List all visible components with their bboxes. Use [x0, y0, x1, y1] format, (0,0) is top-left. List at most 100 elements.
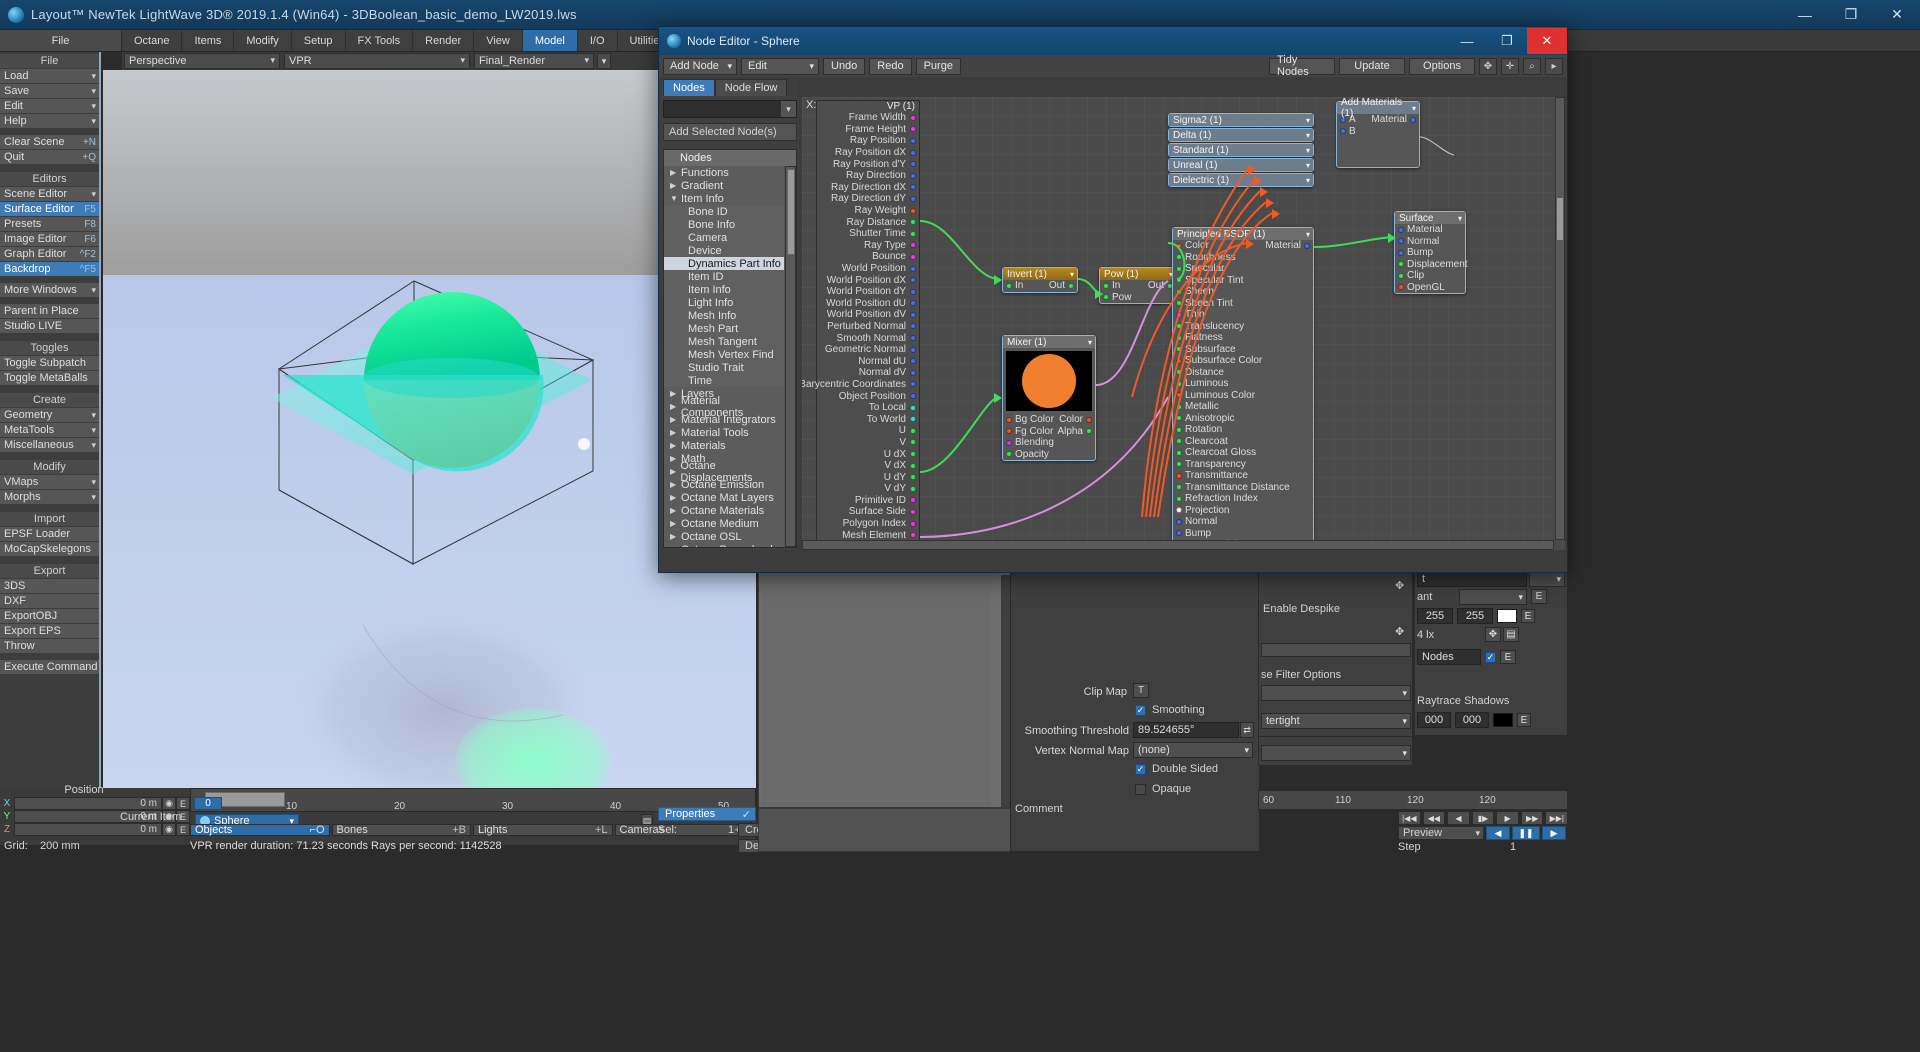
pin-dot-icon[interactable]: [1176, 507, 1182, 514]
sidebar-item-parent-in-place[interactable]: Parent in Place: [0, 304, 99, 318]
pin-dot-icon[interactable]: [1176, 403, 1182, 410]
surface-input-row[interactable]: OpenGL: [1395, 282, 1465, 294]
render-mode-dropdown[interactable]: VPR ▾: [284, 53, 470, 69]
preview-dropdown[interactable]: Preview ▾: [1398, 826, 1484, 840]
chevron-right-icon[interactable]: ▶: [670, 402, 681, 411]
transport-play-button[interactable]: ▶: [1496, 811, 1519, 825]
node-tree[interactable]: Nodes ▶ Functions ▶ Gradient ▼ Item Info Bone …: [663, 149, 797, 548]
chevron-right-icon[interactable]: ▶: [670, 441, 681, 450]
node-delta-1-[interactable]: Delta (1) ▾: [1168, 128, 1314, 142]
input-pin-row[interactable]: Normal dU: [817, 355, 919, 367]
pin-dot-icon[interactable]: [910, 161, 916, 168]
chevron-right-icon[interactable]: ▶: [670, 519, 681, 528]
mode-button-bones[interactable]: Bones +B: [331, 824, 471, 836]
axis-envelope-button[interactable]: E: [176, 823, 190, 836]
input-pin-row[interactable]: U: [817, 425, 919, 437]
pin-dot-icon[interactable]: [1176, 265, 1182, 272]
sidebar-item-edit[interactable]: Edit ▾: [0, 99, 99, 113]
pin-dot-icon[interactable]: [1398, 249, 1404, 256]
mixer-output-1[interactable]: Alpha: [1057, 426, 1092, 437]
node-tree-item-octane-procedurals[interactable]: ▶Octane Procedurals: [664, 543, 784, 547]
input-pin-row[interactable]: Smooth Normal: [817, 332, 919, 344]
pin-dot-icon[interactable]: [1398, 284, 1404, 291]
pin-dot-icon[interactable]: [910, 381, 916, 388]
menu-tab-modify[interactable]: Modify: [234, 30, 292, 51]
sidebar-item-export-eps[interactable]: Export EPS: [0, 624, 99, 638]
pin-dot-icon[interactable]: [910, 508, 916, 515]
tab-properties[interactable]: Properties ✓: [658, 807, 756, 821]
bsdf-input-row[interactable]: Metallic: [1173, 401, 1313, 413]
pin-dot-icon[interactable]: [910, 427, 916, 434]
pin-dot-icon[interactable]: [910, 369, 916, 376]
sidebar-item-vmaps[interactable]: VMaps ▾: [0, 475, 99, 489]
add-materials-input-b[interactable]: B: [1337, 126, 1419, 138]
node-tree-item-octane-osl[interactable]: ▶ Octane OSL: [664, 530, 784, 543]
nodes-edit-button[interactable]: E: [1500, 650, 1516, 664]
view-mode-dropdown[interactable]: Perspective ▾: [124, 53, 280, 69]
transport-play-pause-button[interactable]: ▮▶: [1471, 811, 1495, 825]
pin-dot-icon[interactable]: [910, 219, 916, 226]
node-editor-tab-node-flow[interactable]: Node Flow: [714, 79, 788, 96]
pin-dot-icon[interactable]: [910, 311, 916, 318]
purge-button[interactable]: Purge: [915, 57, 961, 75]
sidebar-item-mocapskelegons[interactable]: MoCapSkelegons: [0, 542, 99, 556]
preview-next-button[interactable]: ▶: [1542, 826, 1566, 840]
sidebar-item-presets[interactable]: Presets F8: [0, 217, 99, 231]
bsdf-input-row[interactable]: Sheen: [1173, 286, 1313, 298]
vertex-normal-map-dropdown[interactable]: (none) ▾: [1133, 742, 1253, 758]
input-pin-row[interactable]: U dY: [817, 471, 919, 483]
pin-dot-icon[interactable]: [1176, 346, 1182, 353]
bsdf-input-row[interactable]: Clearcoat: [1173, 436, 1313, 448]
invert-output[interactable]: Out: [1049, 280, 1074, 291]
bsdf-input-row[interactable]: Projection: [1173, 505, 1313, 517]
pin-dot-icon[interactable]: [1176, 288, 1182, 295]
color-swatch[interactable]: [1497, 609, 1517, 623]
pin-dot-icon[interactable]: [910, 474, 916, 481]
input-pin-row[interactable]: Ray Position: [817, 135, 919, 147]
pin-dot-icon[interactable]: [1398, 261, 1404, 268]
pin-dot-icon[interactable]: [910, 207, 916, 214]
sidebar-item-image-editor[interactable]: Image Editor F6: [0, 232, 99, 246]
pin-dot-icon[interactable]: [1176, 449, 1182, 456]
maximize-button[interactable]: ❐: [1828, 0, 1874, 30]
mixer-input-row[interactable]: Opacity: [1003, 449, 1095, 461]
pin-dot-icon[interactable]: [1176, 392, 1182, 399]
sidebar-item-execute-command[interactable]: Execute Command: [0, 660, 99, 674]
node-search-input[interactable]: ▾: [663, 100, 797, 118]
pin-dot-icon[interactable]: [1176, 495, 1182, 502]
watertight-dropdown[interactable]: tertight ▾: [1261, 713, 1411, 729]
sidebar-item-metatools[interactable]: MetaTools ▾: [0, 423, 99, 437]
lux-icon-button[interactable]: ✥: [1485, 627, 1501, 642]
chevron-right-icon[interactable]: ▶: [670, 467, 680, 476]
input-pin-row[interactable]: Shutter Time: [817, 228, 919, 240]
pin-dot-icon[interactable]: [910, 195, 916, 202]
pin-dot-icon[interactable]: [1398, 238, 1404, 245]
search-icon[interactable]: ⌕: [1523, 57, 1541, 75]
pin-dot-icon[interactable]: [910, 520, 916, 527]
pin-dot-icon[interactable]: [910, 346, 916, 353]
pin-dot-icon[interactable]: [910, 300, 916, 307]
sidebar-item-load[interactable]: Load ▾: [0, 69, 99, 83]
pin-dot-icon[interactable]: [910, 532, 916, 539]
input-pin-row[interactable]: V dX: [817, 460, 919, 472]
transport-go-start-button[interactable]: |◀◀: [1398, 811, 1421, 825]
bsdf-input-row[interactable]: Luminous Color: [1173, 390, 1313, 402]
node-tree-item-materials[interactable]: ▶ Materials: [664, 439, 784, 452]
pin-dot-icon[interactable]: [910, 242, 916, 249]
pin-dot-icon[interactable]: [910, 497, 916, 504]
node-tree-item-item-info[interactable]: Item Info: [664, 283, 784, 296]
input-pin-row[interactable]: U dX: [817, 448, 919, 460]
surface-input-row[interactable]: Bump: [1395, 247, 1465, 259]
preview-prev-button[interactable]: ◀: [1486, 826, 1510, 840]
node-tree-item-functions[interactable]: ▶ Functions: [664, 166, 784, 179]
bsdf-input-row[interactable]: Anisotropic: [1173, 413, 1313, 425]
pin-dot-icon[interactable]: [910, 137, 916, 144]
menu-tab-view[interactable]: View: [474, 30, 523, 51]
pin-dot-icon[interactable]: [910, 335, 916, 342]
mixer-output-0[interactable]: Color: [1059, 414, 1092, 425]
node-editor-minimize-button[interactable]: —: [1447, 28, 1487, 54]
bsdf-input-row[interactable]: Roughness: [1173, 252, 1313, 264]
sidebar-item-3ds[interactable]: 3DS: [0, 579, 99, 593]
ant-dropdown[interactable]: ▾: [1459, 589, 1527, 605]
ant-envelope-button[interactable]: E: [1531, 589, 1547, 604]
